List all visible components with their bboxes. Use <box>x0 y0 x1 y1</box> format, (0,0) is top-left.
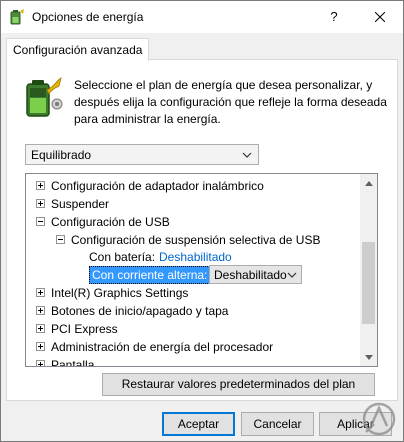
power-options-icon <box>10 9 24 25</box>
chevron-down-icon <box>242 152 252 158</box>
scroll-up-button[interactable] <box>360 174 377 191</box>
plugged-in-label[interactable]: Con corriente alterna: <box>89 266 211 284</box>
power-plan-select[interactable]: Equilibrado <box>25 144 259 165</box>
scroll-down-button[interactable] <box>360 349 377 366</box>
expand-plus-icon[interactable] <box>36 324 45 333</box>
collapse-minus-icon[interactable] <box>36 217 45 226</box>
plugged-in-value: Deshabilitado <box>214 268 287 282</box>
expand-plus-icon[interactable] <box>36 342 45 351</box>
expand-plus-icon[interactable] <box>36 199 45 208</box>
chevron-down-icon <box>287 272 297 278</box>
arrow-down-icon <box>364 354 373 360</box>
plugged-in-select[interactable]: Deshabilitado <box>209 265 302 284</box>
collapse-minus-icon[interactable] <box>56 235 65 244</box>
restore-defaults-button[interactable]: Restaurar valores predeterminados del pl… <box>102 373 375 396</box>
cancel-button[interactable]: Cancelar <box>241 412 314 436</box>
power-options-dialog: Opciones de energía ? Configuración avan… <box>0 0 404 442</box>
tree-scrollbar[interactable] <box>360 174 377 366</box>
window-title: Opciones de energía <box>32 10 144 24</box>
expand-plus-icon[interactable] <box>36 288 45 297</box>
tab-advanced-settings[interactable]: Configuración avanzada <box>6 38 150 61</box>
expand-plus-icon[interactable] <box>36 360 45 366</box>
help-button[interactable]: ? <box>311 1 357 32</box>
arrow-up-icon <box>364 180 373 186</box>
scroll-thumb[interactable] <box>362 242 375 324</box>
close-button[interactable] <box>357 1 403 32</box>
close-icon <box>375 11 385 22</box>
ok-button[interactable]: Aceptar <box>162 412 235 436</box>
expand-plus-icon[interactable] <box>36 181 45 190</box>
settings-tree[interactable]: Configuración de adaptador inalámbrico S… <box>25 173 378 367</box>
expand-plus-icon[interactable] <box>36 306 45 315</box>
title-bar: Opciones de energía ? <box>1 1 403 33</box>
power-plan-value: Equilibrado <box>31 148 92 162</box>
watermark-logo-icon <box>362 402 396 436</box>
battery-settings-icon <box>26 77 63 117</box>
on-battery-value-link[interactable]: Deshabilitado <box>159 250 232 264</box>
plan-description: Seleccione el plan de energía que desea … <box>74 78 387 126</box>
